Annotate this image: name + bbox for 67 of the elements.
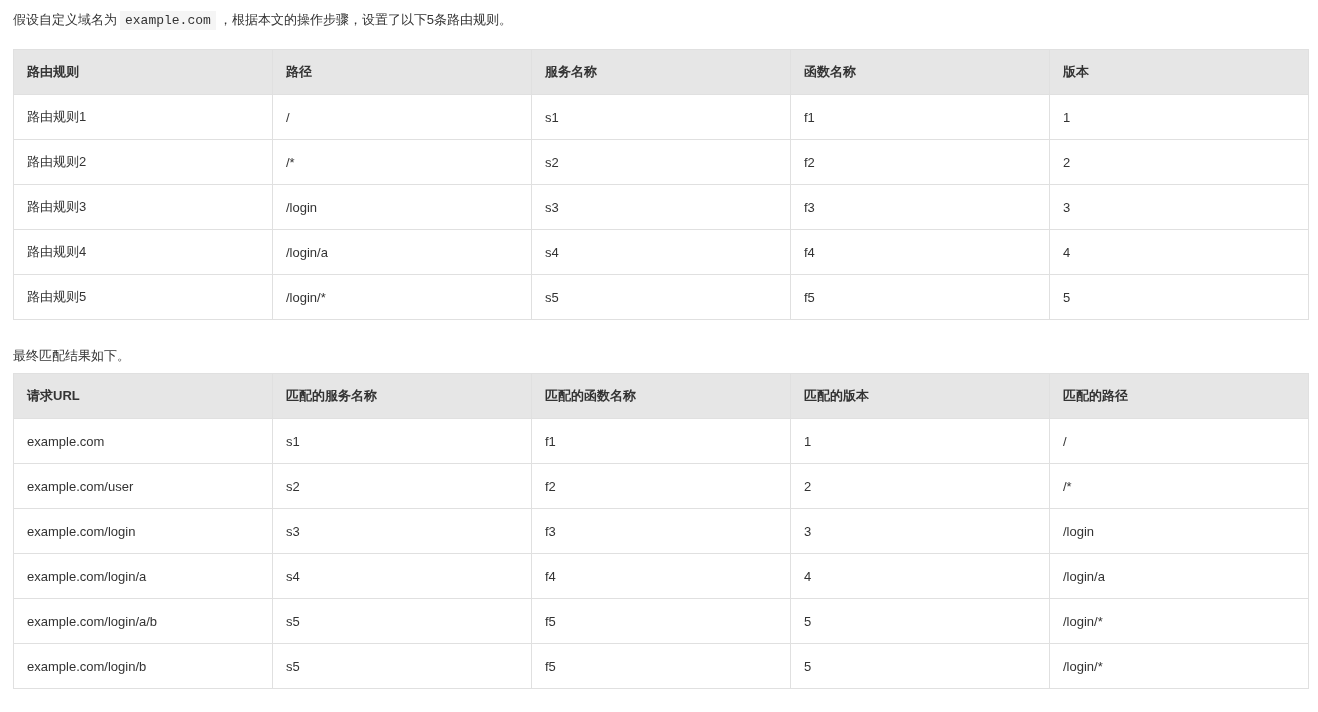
table-cell: f4 — [531, 553, 791, 599]
table-cell: 5 — [1049, 274, 1309, 320]
result-paragraph: 最终匹配结果如下。 — [13, 347, 131, 365]
column-header: 匹配的版本 — [790, 373, 1050, 419]
column-header: 函数名称 — [790, 49, 1050, 95]
table-cell: s3 — [272, 508, 532, 554]
table-cell: 路由规则1 — [13, 94, 273, 140]
column-header: 服务名称 — [531, 49, 791, 95]
table-cell: example.com/login — [13, 508, 273, 554]
column-header: 匹配的函数名称 — [531, 373, 791, 419]
intro-paragraph: 假设自定义域名为 example.com ，根据本文的操作步骤，设置了以下5条路由规则。 — [13, 10, 514, 32]
table-cell: /* — [272, 139, 532, 185]
table-cell: /login/a — [272, 229, 532, 275]
table-cell: f5 — [531, 643, 791, 689]
table-cell: s5 — [272, 598, 532, 644]
table-cell: /login — [272, 184, 532, 230]
table-cell: example.com — [13, 418, 273, 464]
table-cell: f1 — [790, 94, 1050, 140]
table-cell: 4 — [1049, 229, 1309, 275]
table-cell: s1 — [272, 418, 532, 464]
table-cell: /login/* — [1049, 643, 1309, 689]
table-cell: / — [272, 94, 532, 140]
table-cell: f3 — [790, 184, 1050, 230]
table-cell: s5 — [531, 274, 791, 320]
table-cell: f4 — [790, 229, 1050, 275]
table-cell: 路由规则2 — [13, 139, 273, 185]
table-cell: / — [1049, 418, 1309, 464]
table-cell: 1 — [1049, 94, 1309, 140]
table-cell: 3 — [1049, 184, 1309, 230]
table-cell: f5 — [790, 274, 1050, 320]
table-cell: example.com/login/a/b — [13, 598, 273, 644]
table-cell: 3 — [790, 508, 1050, 554]
table-cell: s2 — [531, 139, 791, 185]
table-cell: s3 — [531, 184, 791, 230]
table-cell: 5 — [790, 598, 1050, 644]
table-cell: 5 — [790, 643, 1050, 689]
table-cell: f2 — [790, 139, 1050, 185]
table-cell: /login — [1049, 508, 1309, 554]
table-cell: 1 — [790, 418, 1050, 464]
table-cell: 路由规则3 — [13, 184, 273, 230]
table-cell: 4 — [790, 553, 1050, 599]
table-cell: /login/a — [1049, 553, 1309, 599]
table-cell: /login/* — [272, 274, 532, 320]
column-header: 路由规则 — [13, 49, 273, 95]
table-cell: s5 — [272, 643, 532, 689]
table-cell: 路由规则5 — [13, 274, 273, 320]
table-cell: s1 — [531, 94, 791, 140]
column-header: 匹配的路径 — [1049, 373, 1309, 419]
table-cell: example.com/login/b — [13, 643, 273, 689]
table-cell: s2 — [272, 463, 532, 509]
table-cell: f1 — [531, 418, 791, 464]
table-cell: /login/* — [1049, 598, 1309, 644]
table-cell: example.com/user — [13, 463, 273, 509]
table-cell: s4 — [531, 229, 791, 275]
table-cell: 路由规则4 — [13, 229, 273, 275]
table-cell: s4 — [272, 553, 532, 599]
table-cell: f3 — [531, 508, 791, 554]
table-cell: /* — [1049, 463, 1309, 509]
table-cell: f5 — [531, 598, 791, 644]
table-cell: example.com/login/a — [13, 553, 273, 599]
column-header: 路径 — [272, 49, 532, 95]
column-header: 请求URL — [13, 373, 273, 419]
table-cell: f2 — [531, 463, 791, 509]
column-header: 版本 — [1049, 49, 1309, 95]
table-cell: 2 — [790, 463, 1050, 509]
column-header: 匹配的服务名称 — [272, 373, 532, 419]
table-cell: 2 — [1049, 139, 1309, 185]
